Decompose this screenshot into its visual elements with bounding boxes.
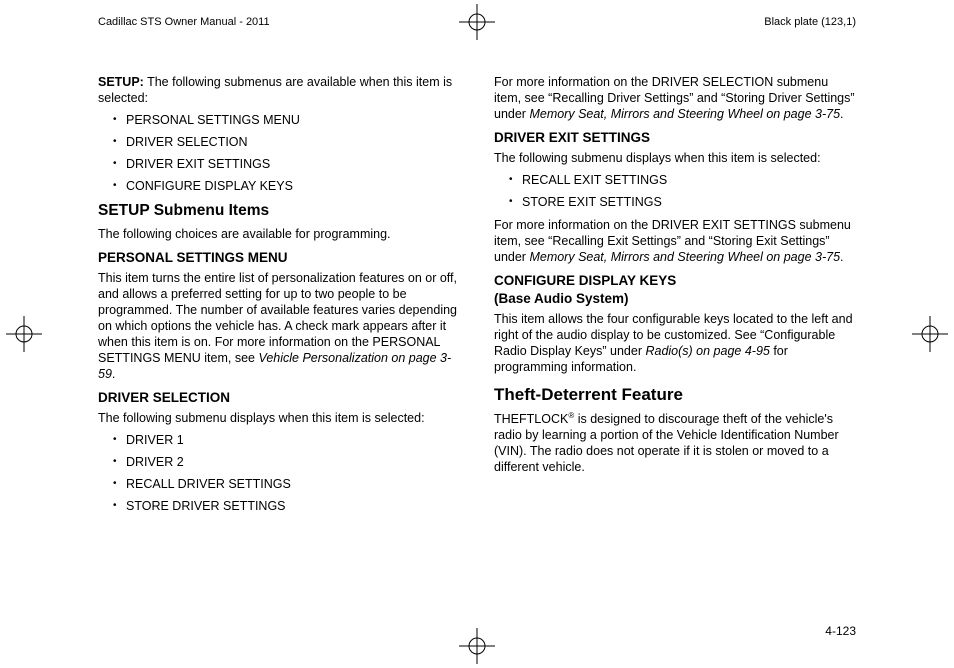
cdk-link: Radio(s) on page 4-95 <box>645 344 769 358</box>
setup-submenu-intro: The following choices are available for … <box>98 226 460 242</box>
right-column: For more information on the DRIVER SELEC… <box>494 74 856 612</box>
registration-mark-right <box>912 316 948 352</box>
driver-exit-list: RECALL EXIT SETTINGS STORE EXIT SETTINGS <box>494 172 856 210</box>
theft-deterrent-heading: Theft-Deterrent Feature <box>494 384 856 406</box>
list-item: DRIVER SELECTION <box>98 134 460 150</box>
ds-more-2: . <box>840 107 843 121</box>
setup-list: PERSONAL SETTINGS MENU DRIVER SELECTION … <box>98 112 460 194</box>
list-item: STORE DRIVER SETTINGS <box>98 498 460 514</box>
driver-exit-more: For more information on the DRIVER EXIT … <box>494 217 856 265</box>
cdk-heading-2: (Base Audio System) <box>494 291 629 306</box>
list-item: RECALL EXIT SETTINGS <box>494 172 856 188</box>
setup-label: SETUP: <box>98 75 144 89</box>
driver-exit-intro: The following submenu displays when this… <box>494 150 856 166</box>
header-right: Black plate (123,1) <box>764 16 856 28</box>
driver-exit-heading: DRIVER EXIT SETTINGS <box>494 129 856 146</box>
list-item: DRIVER 1 <box>98 432 460 448</box>
ds-more-link: Memory Seat, Mirrors and Steering Wheel … <box>529 107 840 121</box>
header-left: Cadillac STS Owner Manual - 2011 <box>98 16 270 28</box>
psm-period: . <box>112 367 115 381</box>
configure-display-keys-heading: CONFIGURE DISPLAY KEYS (Base Audio Syste… <box>494 272 856 307</box>
registration-mark-left <box>6 316 42 352</box>
list-item: CONFIGURE DISPLAY KEYS <box>98 178 460 194</box>
driver-selection-list: DRIVER 1 DRIVER 2 RECALL DRIVER SETTINGS… <box>98 432 460 514</box>
theft-deterrent-text: THEFTLOCK® is designed to discourage the… <box>494 411 856 475</box>
driver-selection-more: For more information on the DRIVER SELEC… <box>494 74 856 122</box>
personal-settings-heading: PERSONAL SETTINGS MENU <box>98 249 460 266</box>
list-item: RECALL DRIVER SETTINGS <box>98 476 460 492</box>
setup-text: The following submenus are available whe… <box>98 75 452 105</box>
driver-selection-intro: The following submenu displays when this… <box>98 410 460 426</box>
list-item: PERSONAL SETTINGS MENU <box>98 112 460 128</box>
cdk-heading-1: CONFIGURE DISPLAY KEYS <box>494 273 676 288</box>
driver-selection-heading: DRIVER SELECTION <box>98 389 460 406</box>
setup-submenu-heading: SETUP Submenu Items <box>98 201 460 221</box>
left-column: SETUP: The following submenus are availa… <box>98 74 460 612</box>
page-content: SETUP: The following submenus are availa… <box>98 74 856 612</box>
des-more-2: . <box>840 250 843 264</box>
registration-mark-bottom <box>459 628 495 664</box>
des-more-link: Memory Seat, Mirrors and Steering Wheel … <box>529 250 840 264</box>
personal-settings-text: This item turns the entire list of perso… <box>98 270 460 382</box>
list-item: STORE EXIT SETTINGS <box>494 194 856 210</box>
setup-paragraph: SETUP: The following submenus are availa… <box>98 74 460 106</box>
page-number: 4-123 <box>825 624 856 638</box>
theftlock-label: THEFTLOCK <box>494 412 568 426</box>
list-item: DRIVER EXIT SETTINGS <box>98 156 460 172</box>
configure-display-keys-text: This item allows the four configurable k… <box>494 311 856 375</box>
registration-mark-top <box>459 4 495 40</box>
list-item: DRIVER 2 <box>98 454 460 470</box>
